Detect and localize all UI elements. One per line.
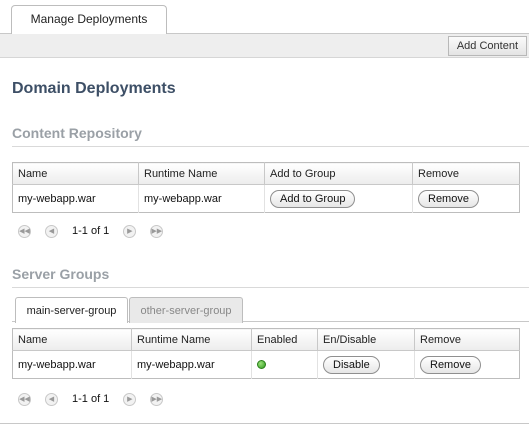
column-header-enabled[interactable]: Enabled <box>251 328 318 351</box>
content-repository-title: Content Repository <box>12 125 142 141</box>
prev-page-icon[interactable]: ◀ <box>45 224 58 238</box>
section-divider <box>12 287 529 288</box>
enabled-cell <box>251 350 318 379</box>
pager-text: 1-1 of 1 <box>72 393 110 405</box>
column-header-en-disable[interactable]: En/Disable <box>317 328 415 351</box>
remove-button[interactable]: Remove <box>418 189 479 208</box>
column-header-remove[interactable]: Remove <box>412 162 520 185</box>
column-header-runtime-name[interactable]: Runtime Name <box>131 328 252 351</box>
add-to-group-button[interactable]: Add to Group <box>270 189 356 208</box>
column-header-name[interactable]: Name <box>12 162 139 185</box>
page-title: Domain Deployments <box>12 80 176 97</box>
server-groups-title: Server Groups <box>12 266 110 282</box>
first-page-icon[interactable]: ◀◀ <box>18 392 31 406</box>
deployment-name: my-webapp.war <box>12 184 139 213</box>
remove-cell: Remove <box>413 185 520 213</box>
column-header-remove[interactable]: Remove <box>414 328 520 351</box>
column-header-add-to-group[interactable]: Add to Group <box>264 162 413 185</box>
table-row[interactable]: my-webapp.war my-webapp.war Add to Group… <box>12 184 520 213</box>
tab-other-server-group[interactable]: other-server-group <box>129 297 243 323</box>
table-row[interactable]: my-webapp.war my-webapp.war Disable Remo… <box>12 350 520 379</box>
deployment-runtime-name: my-webapp.war <box>138 184 265 213</box>
disable-button[interactable]: Disable <box>323 355 380 374</box>
deployment-name: my-webapp.war <box>12 350 132 379</box>
next-page-icon[interactable]: ▶ <box>123 224 137 238</box>
add-content-button[interactable]: Add Content <box>447 36 527 56</box>
prev-page-icon[interactable]: ◀ <box>45 392 58 406</box>
first-page-icon[interactable]: ◀◀ <box>18 224 31 238</box>
add-to-group-cell: Add to Group <box>264 184 413 213</box>
server-group-table: Name Runtime Name Enabled En/Disable Rem… <box>12 328 520 379</box>
section-divider <box>12 146 529 147</box>
toolbar: Add Content <box>0 34 529 58</box>
content-repository-table: Name Runtime Name Add to Group Remove my… <box>12 162 520 213</box>
deployment-runtime-name: my-webapp.war <box>131 350 252 379</box>
status-enabled-icon <box>257 360 266 370</box>
content-repository-pager: ◀◀ ◀ 1-1 of 1 ▶ ▶▶ <box>18 223 177 239</box>
last-page-icon[interactable]: ▶▶ <box>150 224 164 238</box>
pager-text: 1-1 of 1 <box>72 225 110 237</box>
next-page-icon[interactable]: ▶ <box>123 392 137 406</box>
remove-cell: Remove <box>415 351 520 379</box>
last-page-icon[interactable]: ▶▶ <box>150 392 164 406</box>
server-group-pager: ◀◀ ◀ 1-1 of 1 ▶ ▶▶ <box>18 391 177 407</box>
top-tab-bar: Manage Deployments <box>0 0 529 35</box>
tab-manage-deployments[interactable]: Manage Deployments <box>11 5 167 35</box>
toggle-cell: Disable <box>317 350 415 379</box>
column-header-runtime-name[interactable]: Runtime Name <box>138 162 265 185</box>
remove-button[interactable]: Remove <box>420 355 481 374</box>
server-group-tabs: main-server-group other-server-group <box>12 296 529 323</box>
column-header-name[interactable]: Name <box>12 328 132 351</box>
bottom-divider <box>0 423 529 424</box>
tab-main-server-group[interactable]: main-server-group <box>15 297 128 323</box>
